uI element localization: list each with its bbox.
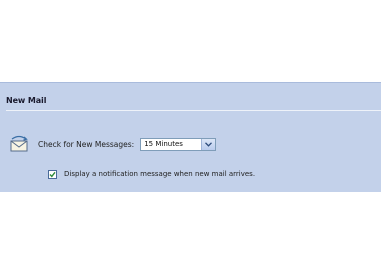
check-interval-value: 15 Minutes — [144, 140, 183, 148]
check-messages-row: Check for New Messages: 15 Minutes — [8, 133, 217, 155]
chevron-down-icon[interactable] — [201, 138, 216, 150]
checkmark-icon — [49, 171, 56, 177]
section-title: New Mail — [6, 96, 47, 105]
settings-screen: New Mail Check for New Messages: 15 Minu… — [0, 0, 381, 272]
notification-label: Display a notification message when new … — [64, 170, 256, 178]
check-interval-select[interactable]: 15 Minutes — [140, 137, 217, 151]
mail-envelope-icon — [8, 134, 30, 154]
section-divider — [6, 110, 381, 111]
notification-checkbox[interactable] — [48, 169, 57, 179]
check-messages-label: Check for New Messages: — [38, 139, 135, 149]
notification-row: Display a notification message when new … — [48, 168, 255, 180]
new-mail-panel: New Mail Check for New Messages: 15 Minu… — [0, 82, 381, 192]
